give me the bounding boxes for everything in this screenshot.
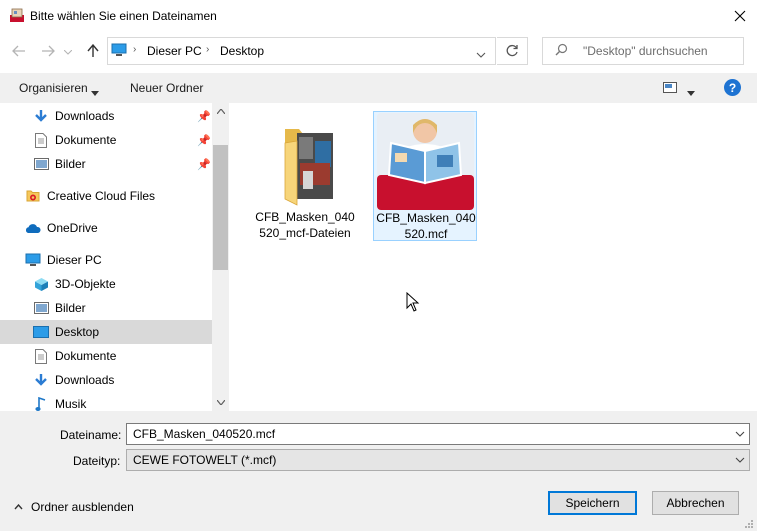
pin-icon: 📌	[197, 158, 211, 171]
scroll-up-icon[interactable]	[212, 103, 229, 120]
sidebar-item-documents[interactable]: Dokumente	[0, 344, 212, 368]
chevron-down-icon[interactable]	[735, 428, 745, 440]
mouse-cursor-icon	[406, 291, 420, 315]
breadcrumb-separator-icon: ›	[206, 44, 210, 55]
breadcrumb-separator-icon: ›	[133, 44, 137, 55]
sidebar-item-documents-quick[interactable]: Dokumente 📌	[0, 128, 212, 152]
window-title: Bitte wählen Sie einen Dateinamen	[30, 9, 217, 23]
creative-cloud-icon	[25, 188, 41, 204]
breadcrumb-item-this-pc[interactable]: Dieser PC	[147, 44, 202, 58]
close-button[interactable]	[722, 0, 757, 32]
hide-folders-toggle[interactable]: Ordner ausblenden	[14, 500, 134, 514]
chevron-down-icon[interactable]	[735, 454, 745, 466]
file-list[interactable]: CFB_Masken_040520_mcf-Dateien CFB_Masken…	[229, 103, 757, 411]
address-dropdown[interactable]	[476, 47, 486, 61]
arrow-right-icon	[42, 45, 55, 57]
filetype-select[interactable]: CEWE FOTOWELT (*.mcf)	[126, 449, 750, 471]
app-icon	[9, 7, 25, 23]
sidebar-item-3d-objects[interactable]: 3D-Objekte	[0, 272, 212, 296]
sidebar-item-label: Dokumente	[55, 349, 117, 363]
sidebar-item-this-pc[interactable]: Dieser PC	[0, 248, 212, 272]
forward-button[interactable]	[38, 41, 58, 61]
view-options-icon[interactable]	[663, 82, 677, 96]
onedrive-cloud-icon	[25, 220, 41, 236]
file-item-mcf[interactable]: CFB_Masken_040520.mcf	[373, 111, 477, 241]
search-placeholder: "Desktop" durchsuchen	[583, 44, 708, 58]
breadcrumb-item-desktop[interactable]: Desktop	[220, 44, 264, 58]
scroll-thumb[interactable]	[213, 145, 228, 270]
resize-grip-icon[interactable]	[744, 518, 754, 531]
file-item-folder[interactable]: CFB_Masken_040520_mcf-Dateien	[253, 111, 357, 241]
sidebar-item-downloads[interactable]: Downloads	[0, 368, 212, 392]
pictures-icon	[33, 156, 49, 172]
navigation-pane: Downloads 📌 Dokumente 📌 Bilder 📌 Creativ…	[0, 103, 212, 411]
recent-dropdown[interactable]	[62, 42, 74, 62]
sidebar-item-label: Musik	[55, 397, 87, 411]
sidebar-item-label: Downloads	[55, 373, 115, 387]
download-arrow-icon	[33, 108, 49, 124]
sidebar-item-label: 3D-Objekte	[55, 277, 116, 291]
sidebar-item-pictures[interactable]: Bilder	[0, 296, 212, 320]
organize-chevron-icon	[91, 85, 99, 99]
document-icon	[33, 132, 49, 148]
music-note-icon	[33, 396, 49, 411]
arrow-up-icon	[87, 44, 99, 57]
filename-input[interactable]: CFB_Masken_040520.mcf	[126, 423, 750, 445]
3d-objects-icon	[33, 276, 49, 292]
hide-folders-label: Ordner ausblenden	[31, 500, 134, 514]
pin-icon: 📌	[197, 110, 211, 123]
computer-icon	[111, 43, 127, 60]
file-item-label: CFB_Masken_040520_mcf-Dateien	[255, 210, 355, 240]
sidebar-item-downloads-quick[interactable]: Downloads 📌	[0, 104, 212, 128]
sidebar-item-pictures-quick[interactable]: Bilder 📌	[0, 152, 212, 176]
photobook-thumbnail-icon	[377, 113, 474, 213]
desktop-icon	[33, 324, 49, 340]
folder-icon	[267, 119, 343, 210]
sidebar-item-label: OneDrive	[47, 221, 98, 235]
sidebar-item-music[interactable]: Musik	[0, 392, 212, 411]
document-icon	[33, 348, 49, 364]
sidebar-item-label: Bilder	[55, 301, 86, 315]
sidebar-item-label: Dieser PC	[47, 253, 102, 267]
close-icon	[734, 10, 745, 22]
sidebar-item-label: Desktop	[55, 325, 100, 339]
filename-value: CFB_Masken_040520.mcf	[133, 427, 276, 441]
refresh-button[interactable]	[497, 37, 528, 65]
sidebar-item-onedrive[interactable]: OneDrive	[0, 216, 212, 240]
file-item-label: CFB_Masken_040520.mcf	[376, 211, 476, 241]
sidebar-item-label: Bilder	[55, 157, 86, 171]
organize-menu[interactable]: Organisieren	[19, 81, 88, 95]
scroll-down-icon[interactable]	[212, 394, 229, 411]
chevron-down-icon	[64, 49, 72, 55]
search-icon	[555, 43, 568, 59]
help-icon: ?	[728, 80, 737, 95]
sidebar-item-creative-cloud[interactable]: Creative Cloud Files	[0, 184, 212, 208]
back-button[interactable]	[9, 41, 29, 61]
chevron-down-icon	[476, 52, 486, 58]
cancel-button[interactable]: Abbrechen	[652, 491, 739, 515]
pictures-icon	[33, 300, 49, 316]
refresh-icon	[506, 44, 518, 57]
sidebar-item-label: Downloads	[55, 109, 115, 123]
pin-icon: 📌	[197, 134, 211, 147]
up-button[interactable]	[83, 41, 103, 61]
chevron-up-icon	[14, 504, 23, 510]
new-folder-button[interactable]: Neuer Ordner	[130, 81, 203, 95]
filetype-value: CEWE FOTOWELT (*.mcf)	[133, 453, 277, 467]
sidebar-item-label: Dokumente	[55, 133, 117, 147]
view-dropdown-icon[interactable]	[687, 85, 695, 99]
sidebar-item-desktop[interactable]: Desktop	[0, 320, 212, 344]
save-button[interactable]: Speichern	[548, 491, 637, 515]
computer-icon	[25, 252, 41, 268]
command-bar	[0, 73, 757, 103]
filename-label: Dateiname:	[60, 428, 122, 442]
filetype-label: Dateityp:	[73, 454, 121, 468]
arrow-left-icon	[12, 45, 25, 57]
sidebar-item-label: Creative Cloud Files	[47, 189, 156, 203]
download-arrow-icon	[33, 372, 49, 388]
help-button[interactable]: ?	[724, 79, 741, 96]
